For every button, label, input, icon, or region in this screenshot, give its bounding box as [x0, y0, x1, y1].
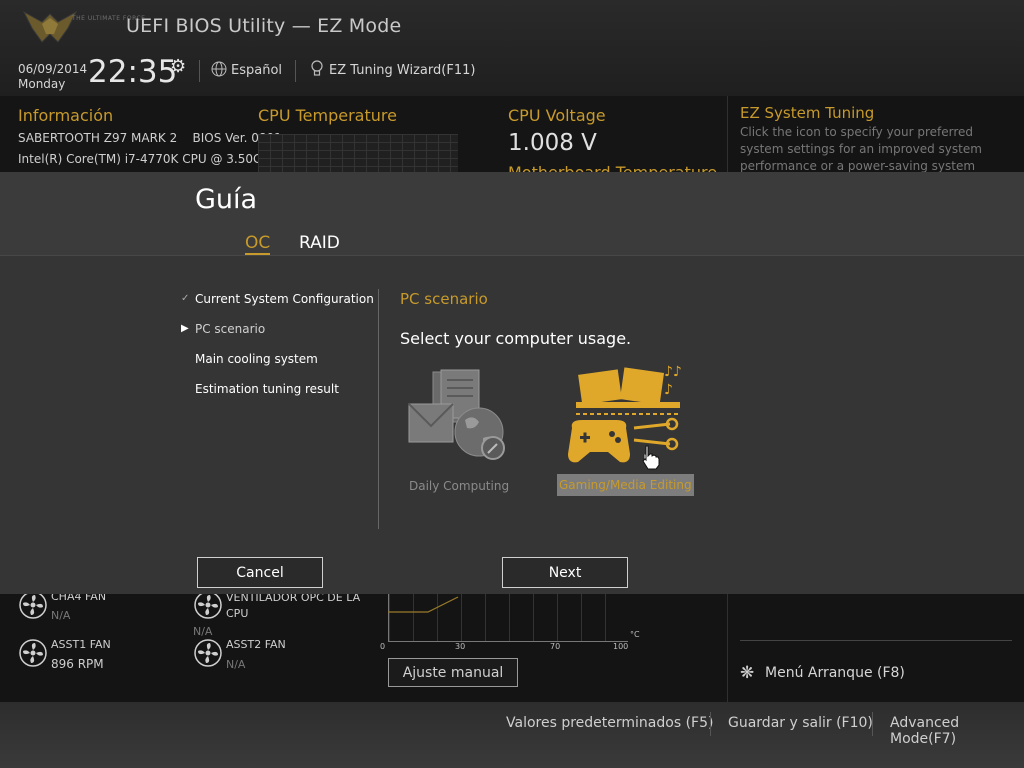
app-title: UEFI BIOS Utility — EZ Mode	[126, 15, 402, 37]
fan-icon	[19, 639, 47, 667]
advanced-mode-button[interactable]: Advanced Mode(F7)	[890, 715, 1024, 747]
fan-name: VENTILADOR OPC DE LA CPU	[226, 591, 361, 620]
divider	[740, 640, 1012, 641]
globe-icon[interactable]	[211, 61, 227, 77]
footer-bar	[0, 702, 1024, 768]
tick-label: 0	[380, 642, 386, 651]
fan-value: N/A	[51, 609, 71, 622]
lightbulb-icon[interactable]	[310, 60, 324, 78]
fan-curve-line	[388, 596, 459, 613]
divider	[199, 60, 200, 82]
next-button[interactable]: Next	[502, 557, 628, 588]
fan-icon	[194, 639, 222, 667]
option-gaming-media-editing[interactable]: Gaming/Media Editing	[557, 474, 694, 496]
cpu-info: Intel(R) Core(TM) i7-4770K CPU @ 3.50GHz	[18, 152, 278, 166]
divider	[872, 712, 873, 736]
tab-oc[interactable]: OC	[245, 233, 271, 255]
manual-adjust-button[interactable]: Ajuste manual	[388, 658, 518, 687]
check-icon: ✓	[181, 293, 190, 304]
fan-name: ASST2 FAN	[226, 638, 286, 651]
day: Monday	[18, 77, 66, 91]
fan-value: N/A	[226, 658, 246, 671]
boot-menu-icon[interactable]: ❋	[740, 663, 754, 683]
gear-icon[interactable]: ⚙	[170, 56, 186, 77]
tick-label: 70	[550, 642, 561, 651]
tab-raid[interactable]: RAID	[299, 233, 340, 253]
usage-prompt: Select your computer usage.	[400, 329, 632, 348]
dialog-title: Guía	[195, 184, 258, 215]
unit-label: °C	[630, 630, 640, 639]
cancel-button[interactable]: Cancel	[197, 557, 323, 588]
divider	[378, 289, 379, 529]
hand-cursor-icon	[642, 445, 660, 470]
clock: 22:35	[88, 54, 178, 90]
tuf-logo-icon	[22, 10, 78, 43]
info-title: Información	[18, 106, 114, 125]
option-daily-computing[interactable]: Daily Computing	[409, 479, 509, 493]
step-pc-scenario: PC scenario	[195, 322, 266, 336]
ez-system-tuning-title: EZ System Tuning	[740, 104, 875, 122]
cpu-temperature-graph	[258, 134, 458, 174]
language-selector[interactable]: Español	[231, 63, 282, 78]
daily-computing-icon[interactable]	[405, 368, 511, 464]
fan-value: N/A	[193, 625, 213, 638]
cpu-temperature-label: CPU Temperature	[258, 106, 397, 125]
fan-name: ASST1 FAN	[51, 638, 111, 651]
divider	[295, 60, 296, 82]
section-title: PC scenario	[400, 290, 488, 308]
board-info: SABERTOOTH Z97 MARK 2 BIOS Ver. 0801	[18, 131, 282, 145]
step-current-system-configuration: Current System Configuration	[195, 292, 374, 306]
fan-icon	[19, 591, 47, 619]
step-main-cooling-system: Main cooling system	[195, 352, 318, 366]
gaming-media-editing-icon[interactable]: ♪♪ ♪	[560, 358, 686, 470]
tick-label: 100	[613, 642, 629, 651]
svg-text:♪: ♪	[664, 382, 673, 398]
fan-icon	[194, 591, 222, 619]
save-exit-button[interactable]: Guardar y salir (F10)	[728, 715, 873, 731]
load-defaults-button[interactable]: Valores predeterminados (F5)	[506, 715, 713, 731]
arrow-right-icon: ▶	[181, 323, 189, 334]
step-estimation-tuning-result: Estimation tuning result	[195, 382, 339, 396]
tick-label: 30	[455, 642, 466, 651]
boot-menu-button[interactable]: Menú Arranque (F8)	[765, 665, 905, 681]
ez-tuning-wizard-button[interactable]: EZ Tuning Wizard(F11)	[329, 63, 475, 78]
dialog-header	[0, 172, 1024, 256]
svg-text:♪♪: ♪♪	[664, 364, 682, 380]
fan-value: 896 RPM	[51, 657, 104, 671]
cpu-voltage-label: CPU Voltage	[508, 106, 606, 125]
divider	[710, 712, 711, 736]
cpu-voltage-value: 1.008 V	[508, 130, 597, 156]
date: 06/09/2014	[18, 62, 88, 76]
